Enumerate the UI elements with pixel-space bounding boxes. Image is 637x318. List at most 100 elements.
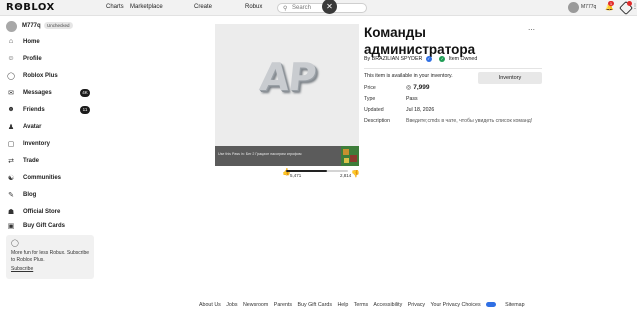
friends-icon: ☻ — [7, 106, 15, 113]
footer-link-privacy-choices-label: Your Privacy Choices — [430, 302, 481, 308]
nav-robux[interactable]: Robux — [245, 4, 262, 10]
profile-icon: ☺ — [7, 55, 15, 62]
experience-thumbnail-detail — [344, 158, 349, 163]
more-icon[interactable]: ⋮ — [632, 3, 637, 10]
search-placeholder: Search — [292, 5, 312, 11]
gift-card-icon: ▣ — [7, 223, 15, 230]
sidebar-item-label: Buy Gift Cards — [23, 223, 66, 229]
verified-icon: ✓ — [425, 56, 432, 62]
footer-link-terms[interactable]: Terms — [354, 302, 368, 308]
item-title: Команды администратора — [364, 25, 476, 57]
privacy-toggle-icon — [485, 302, 496, 308]
footer-link-help[interactable]: Help — [337, 302, 348, 308]
experience-banner-text: Use this Pass in: Бег 2 Грацион пасогрим… — [218, 152, 302, 156]
messages-count-badge: 4K — [80, 89, 90, 97]
sidebar-item-messages[interactable]: ✉ Messages 4K — [6, 88, 92, 100]
footer-link-about[interactable]: About Us — [199, 302, 221, 308]
experience-thumbnail[interactable] — [341, 146, 359, 166]
footer-link-gift-cards[interactable]: Buy Gift Cards — [298, 302, 332, 308]
footer-link-parents[interactable]: Parents — [274, 302, 292, 308]
robux-icon: ◎ — [406, 85, 412, 91]
roblox-plus-icon: ◯ — [11, 240, 19, 247]
sidebar-item-label: Avatar — [23, 124, 42, 130]
roblox-plus-icon: ◯ — [7, 73, 15, 80]
store-icon: ☗ — [7, 209, 15, 216]
experience-thumbnail-detail — [343, 149, 349, 155]
topbar-username: M777q — [581, 4, 597, 10]
sidebar-username: M777q — [22, 23, 41, 29]
sidebar-item-official-store[interactable]: ☗ Official Store — [6, 207, 92, 219]
vote-ratio-fill — [286, 170, 327, 172]
sidebar-item-roblox-plus[interactable]: ◯ Roblox Plus — [6, 71, 92, 83]
creator-prefix: By — [364, 56, 371, 62]
sidebar-item-buy-gift-cards[interactable]: ▣ Buy Gift Cards — [6, 221, 92, 233]
downvote-count: 2,814 — [340, 173, 352, 178]
updated-value: Jul 18, 2026 — [406, 107, 435, 113]
footer-link-privacy[interactable]: Privacy — [408, 302, 425, 308]
friends-count-badge: 11 — [80, 106, 90, 114]
premium-promo: ◯ More fun for less Robux. Subscribe to … — [6, 235, 94, 279]
home-icon: ⌂ — [8, 38, 14, 45]
notification-badge: 1 — [608, 1, 614, 6]
sidebar-item-label: Profile — [23, 56, 42, 62]
nav-marketplace[interactable]: Marketplace — [130, 4, 163, 10]
premium-promo-text: More fun for less Robux. Subscribe to Ro… — [11, 250, 90, 263]
footer-link-jobs[interactable]: Jobs — [226, 302, 237, 308]
sidebar-item-label: Blog — [23, 192, 37, 198]
sidebar-item-home[interactable]: ⌂ Home — [6, 37, 92, 49]
item-thumbnail: AP Use this Pass in: Бег 2 Грацион пасог… — [215, 24, 359, 166]
roblox-logo[interactable]: RΘBLOX — [6, 2, 55, 13]
topbar-user[interactable]: M777q — [568, 2, 610, 13]
creator-link[interactable]: BRAZILIAN SPYDER — [372, 56, 423, 62]
price-label: Price — [364, 85, 376, 91]
nav-charts[interactable]: Charts — [106, 4, 124, 10]
sidebar-item-label: Trade — [23, 158, 40, 164]
sidebar-item-label: Messages — [23, 90, 52, 96]
footer-link-sitemap[interactable]: Sitemap — [505, 302, 524, 308]
sidebar-item-label: Home — [23, 39, 40, 45]
avatar — [6, 21, 17, 32]
sidebar-item-label: Friends — [23, 107, 45, 113]
sidebar-user[interactable]: M777q Unchecked — [6, 20, 92, 34]
upvote-count: 5,471 — [290, 173, 302, 178]
experience-banner[interactable]: Use this Pass in: Бег 2 Грацион пасогрим… — [215, 146, 359, 166]
sidebar-item-inventory[interactable]: ▢ Inventory — [6, 139, 92, 151]
type-value: Pass — [406, 96, 418, 102]
verification-badge: Unchecked — [44, 22, 73, 29]
footer-link-newsroom[interactable]: Newsroom — [243, 302, 268, 308]
trade-icon: ⇄ — [8, 158, 14, 165]
sidebar-item-friends[interactable]: ☻ Friends 11 — [6, 105, 92, 117]
avatar — [568, 2, 579, 13]
inventory-button[interactable]: Inventory — [478, 72, 542, 84]
vote-ratio-bar — [286, 170, 348, 172]
description-value: Введите;cmds в чате, чтобы увидеть списо… — [406, 118, 533, 124]
messages-icon: ✉ — [8, 90, 14, 97]
communities-icon: ☯ — [7, 175, 15, 182]
owned-label: Item Owned — [448, 56, 478, 62]
thumbnail-logo-text: AP — [257, 55, 318, 99]
avatar-icon: ♟ — [7, 124, 15, 131]
price-value: ◎ 7,999 — [406, 84, 430, 91]
experience-thumbnail-detail — [350, 155, 357, 162]
sidebar-item-communities[interactable]: ☯ Communities — [6, 173, 92, 185]
type-label: Type — [364, 96, 376, 102]
sidebar: M777q Unchecked ⌂ Home ☺ Profile ◯ Roblo… — [0, 16, 96, 318]
sidebar-item-label: Roblox Plus — [23, 73, 58, 79]
availability-text: This item is available in your inventory… — [364, 73, 453, 79]
footer-link-accessibility[interactable]: Accessibility — [373, 302, 402, 308]
footer-link-privacy-choices[interactable]: Your Privacy Choices — [430, 302, 499, 308]
creator-row: By BRAZILIAN SPYDER ✓ ✓ Item Owned — [364, 56, 477, 64]
footer: About Us Jobs Newsroom Parents Buy Gift … — [199, 302, 579, 312]
sidebar-item-blog[interactable]: ✎ Blog — [6, 190, 92, 202]
sidebar-item-label: Communities — [23, 175, 62, 181]
sidebar-item-trade[interactable]: ⇄ Trade — [6, 156, 92, 168]
sidebar-item-label: Inventory — [23, 141, 51, 147]
inventory-icon: ▢ — [7, 141, 15, 148]
price-amount: 7,999 — [413, 84, 430, 91]
more-icon[interactable]: ⋯ — [528, 26, 535, 34]
thumbs-down-icon[interactable]: 👎 — [351, 170, 360, 178]
subscribe-link[interactable]: Subscribe — [11, 266, 33, 272]
sidebar-item-profile[interactable]: ☺ Profile — [6, 54, 92, 66]
sidebar-item-avatar[interactable]: ♟ Avatar — [6, 122, 92, 134]
nav-create[interactable]: Create — [194, 4, 212, 10]
